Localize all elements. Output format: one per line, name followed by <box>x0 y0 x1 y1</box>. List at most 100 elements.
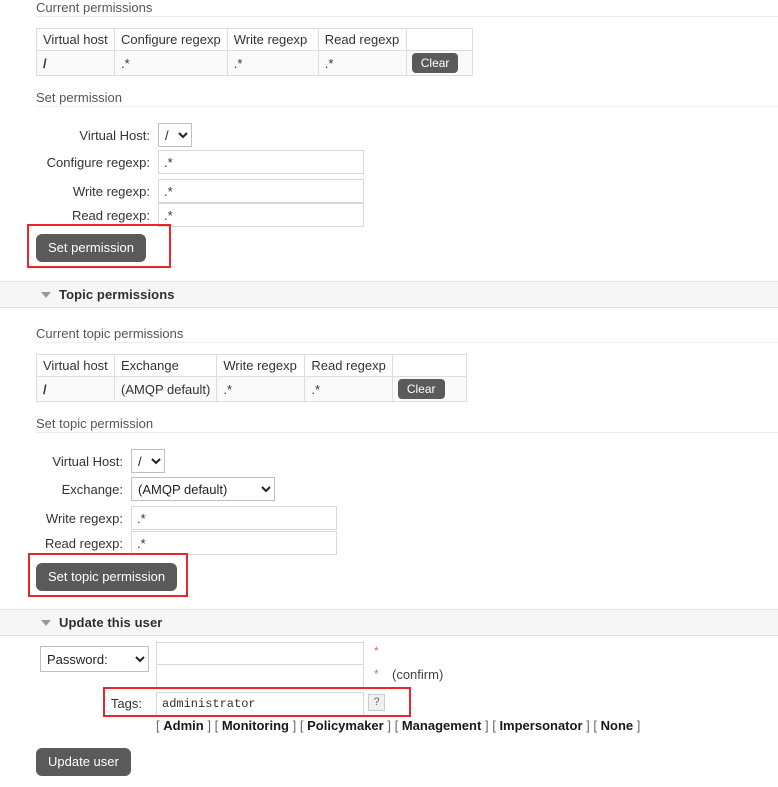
set-topic-vhost-select[interactable]: / <box>131 449 165 473</box>
set-topic-permission-submit-button[interactable]: Set topic permission <box>36 563 178 591</box>
cell-exchange: (AMQP default) <box>113 376 218 402</box>
clear-permission-button[interactable]: Clear <box>411 53 459 73</box>
cell-write-regexp: .* <box>226 50 319 76</box>
col-exchange: Exchange <box>113 354 218 377</box>
password-input[interactable] <box>156 642 364 666</box>
chevron-down-icon <box>41 291 51 298</box>
set-permission-label-text: Set permission <box>36 90 128 105</box>
update-user-title: Update this user <box>59 615 163 630</box>
current-permissions-label: Current permissions <box>0 0 778 17</box>
bracket-close: ] <box>586 718 590 733</box>
tag-link-admin[interactable]: Admin <box>163 718 203 733</box>
tag-link-impersonator[interactable]: Impersonator <box>499 718 582 733</box>
col-write-regexp: Write regexp <box>216 354 306 377</box>
col-read-regexp: Read regexp <box>317 28 407 51</box>
cell-read-regexp: .* <box>304 376 393 402</box>
write-regexp-input[interactable] <box>158 179 364 203</box>
clear-topic-permission-button[interactable]: Clear <box>397 379 445 399</box>
col-virtual-host: Virtual host <box>36 28 115 51</box>
set-topic-permission-label-text: Set topic permission <box>36 416 160 431</box>
set-topic-permission-label: Set topic permission <box>0 416 778 433</box>
topic-exchange-label: Exchange: <box>61 481 123 497</box>
bracket-open: [ <box>214 718 219 733</box>
password-required-marker: * <box>374 644 379 658</box>
cell-read-regexp: .* <box>317 50 407 76</box>
current-topic-permissions-label-text: Current topic permissions <box>36 326 190 341</box>
current-permissions-table: Virtual host Configure regexp Write rege… <box>36 28 473 76</box>
bracket-open: [ <box>593 718 598 733</box>
configure-regexp-input[interactable] <box>158 150 364 174</box>
update-user-section-header[interactable]: Update this user <box>0 609 778 636</box>
set-topic-exchange-row: Exchange: (AMQP default) <box>0 477 275 501</box>
cell-actions: Clear <box>405 50 473 76</box>
tag-link-policymaker[interactable]: Policymaker <box>307 718 384 733</box>
topic-vhost-label: Virtual Host: <box>52 453 123 469</box>
current-topic-permissions-label: Current topic permissions <box>0 326 778 343</box>
password-confirm-label: (confirm) <box>392 667 444 682</box>
topic-read-label: Read regexp: <box>44 535 123 551</box>
tags-input[interactable] <box>156 692 364 716</box>
tag-link-monitoring[interactable]: Monitoring <box>222 718 289 733</box>
topic-write-label: Write regexp: <box>45 510 123 526</box>
col-virtual-host: Virtual host <box>36 354 115 377</box>
tags-help-icon[interactable]: ? <box>368 694 385 711</box>
topic-read-regexp-input[interactable] <box>131 531 337 555</box>
cell-configure-regexp: .* <box>114 50 228 76</box>
set-topic-write-row: Write regexp: <box>0 506 337 530</box>
set-permission-read-row: Read regexp: <box>0 203 364 227</box>
tags-label: Tags: <box>110 696 142 711</box>
label-rule <box>36 16 778 17</box>
read-regexp-input[interactable] <box>158 203 364 227</box>
current-topic-permissions-table: Virtual host Exchange Write regexp Read … <box>36 354 467 402</box>
bracket-open: [ <box>394 718 399 733</box>
set-permission-label: Set permission <box>0 90 778 107</box>
read-regexp-label: Read regexp: <box>71 207 150 223</box>
label-rule <box>36 432 778 433</box>
password-confirm-required-marker: * <box>374 667 379 681</box>
cell-virtual-host: / <box>36 376 115 402</box>
bracket-open: [ <box>156 718 160 733</box>
set-topic-read-row: Read regexp: <box>0 531 337 555</box>
password-confirm-input[interactable] <box>156 664 364 688</box>
bracket-open: [ <box>299 718 304 733</box>
set-permission-vhost-row: Virtual Host: / <box>0 123 192 147</box>
topic-permissions-title: Topic permissions <box>59 287 175 302</box>
col-actions <box>391 354 467 377</box>
bracket-close: ] <box>207 718 211 733</box>
cell-virtual-host: / <box>36 50 115 76</box>
col-read-regexp: Read regexp <box>304 354 393 377</box>
topic-permissions-section-header[interactable]: Topic permissions <box>0 281 778 308</box>
chevron-down-icon <box>41 619 51 626</box>
table-row: / .* .* .* Clear <box>36 50 473 76</box>
label-rule <box>36 342 778 343</box>
col-write-regexp: Write regexp <box>226 28 319 51</box>
update-user-submit-button[interactable]: Update user <box>36 748 131 776</box>
col-configure-regexp: Configure regexp <box>114 28 228 51</box>
col-actions <box>405 28 473 51</box>
bracket-open: [ <box>492 718 496 733</box>
current-permissions-label-text: Current permissions <box>36 0 159 15</box>
password-mode-select[interactable]: Password: <box>40 646 149 672</box>
set-permission-write-row: Write regexp: <box>0 179 364 203</box>
tag-link-management[interactable]: Management <box>402 718 481 733</box>
cell-write-regexp: .* <box>216 376 306 402</box>
tag-quick-links: [ Admin ] [ Monitoring ] [ Policymaker ]… <box>156 718 640 733</box>
label-rule <box>36 106 778 107</box>
table-header-row: Virtual host Configure regexp Write rege… <box>36 28 473 51</box>
bracket-close: ] <box>292 718 297 733</box>
vhost-label: Virtual Host: <box>79 127 150 143</box>
table-header-row: Virtual host Exchange Write regexp Read … <box>36 354 467 377</box>
bracket-close: ] <box>636 718 641 733</box>
write-regexp-label: Write regexp: <box>72 183 150 199</box>
bracket-close: ] <box>387 718 391 733</box>
topic-write-regexp-input[interactable] <box>131 506 337 530</box>
set-permission-submit-button[interactable]: Set permission <box>36 234 146 262</box>
table-row: / (AMQP default) .* .* Clear <box>36 376 467 402</box>
bracket-close: ] <box>484 718 489 733</box>
set-permission-vhost-select[interactable]: / <box>158 123 192 147</box>
tag-link-none[interactable]: None <box>601 718 634 733</box>
set-topic-exchange-select[interactable]: (AMQP default) <box>131 477 275 501</box>
set-topic-vhost-row: Virtual Host: / <box>0 449 165 473</box>
set-permission-configure-row: Configure regexp: <box>0 150 364 174</box>
cell-actions: Clear <box>391 376 467 402</box>
